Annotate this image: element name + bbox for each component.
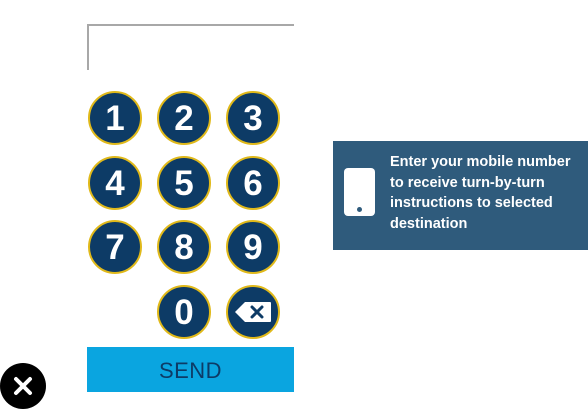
key-3[interactable]: 3 [226, 91, 280, 145]
sms-info-panel: Enter your mobile number to receive turn… [333, 141, 588, 250]
key-2[interactable]: 2 [157, 91, 211, 145]
key-8[interactable]: 8 [157, 220, 211, 274]
key-6[interactable]: 6 [226, 156, 280, 210]
send-button[interactable]: SEND [87, 347, 294, 392]
key-1[interactable]: 1 [88, 91, 142, 145]
key-5[interactable]: 5 [157, 156, 211, 210]
close-button[interactable] [0, 363, 46, 409]
sms-instructions-text: Enter your mobile number to receive turn… [390, 154, 571, 232]
key-4[interactable]: 4 [88, 156, 142, 210]
phone-number-input[interactable] [87, 24, 294, 70]
backspace-button[interactable] [226, 285, 280, 339]
mobile-phone-icon [344, 168, 375, 216]
key-7[interactable]: 7 [88, 220, 142, 274]
key-9[interactable]: 9 [226, 220, 280, 274]
phone-home-dot [357, 207, 362, 212]
key-0[interactable]: 0 [157, 285, 211, 339]
close-icon [14, 377, 32, 395]
backspace-icon [235, 302, 271, 322]
